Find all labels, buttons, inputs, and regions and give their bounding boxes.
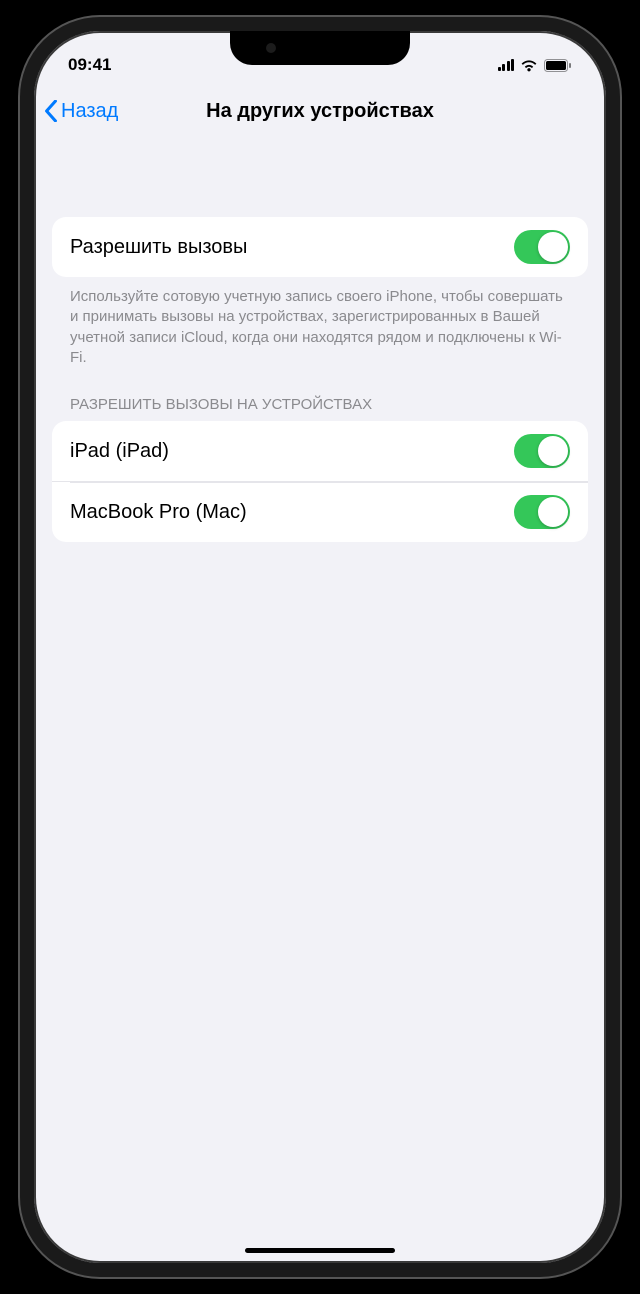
device-row-macbook[interactable]: MacBook Pro (Mac) — [52, 481, 588, 542]
back-button[interactable]: Назад — [44, 100, 118, 123]
home-indicator[interactable] — [245, 1248, 395, 1253]
status-time: 09:41 — [68, 55, 111, 75]
devices-group: iPad (iPad) MacBook Pro (Mac) — [52, 421, 588, 542]
wifi-icon — [520, 59, 538, 72]
battery-icon — [544, 59, 572, 72]
page-title: На других устройствах — [34, 100, 606, 123]
back-label: Назад — [61, 100, 118, 123]
devices-section-header: РАЗРЕШИТЬ ВЫЗОВЫ НА УСТРОЙСТВАХ — [52, 368, 588, 421]
allow-calls-toggle[interactable] — [514, 230, 570, 264]
device-notch — [230, 31, 410, 65]
status-indicators — [498, 59, 573, 72]
navigation-bar: Назад На других устройствах — [34, 85, 606, 137]
device-row-ipad[interactable]: iPad (iPad) — [52, 421, 588, 481]
allow-calls-label: Разрешить вызовы — [70, 236, 247, 259]
chevron-left-icon — [44, 100, 58, 122]
cellular-signal-icon — [498, 59, 515, 71]
allow-calls-row[interactable]: Разрешить вызовы — [52, 217, 588, 277]
phone-frame: 09:41 Назад На других устройствах Разреш… — [20, 17, 620, 1277]
allow-calls-description: Используйте сотовую учетную запись своег… — [52, 277, 588, 368]
device-toggle-ipad[interactable] — [514, 434, 570, 468]
device-label: iPad (iPad) — [70, 440, 169, 463]
settings-content: Разрешить вызовы Используйте сотовую уче… — [34, 137, 606, 542]
device-toggle-macbook[interactable] — [514, 495, 570, 529]
device-label: MacBook Pro (Mac) — [70, 501, 247, 524]
allow-calls-group: Разрешить вызовы — [52, 217, 588, 277]
